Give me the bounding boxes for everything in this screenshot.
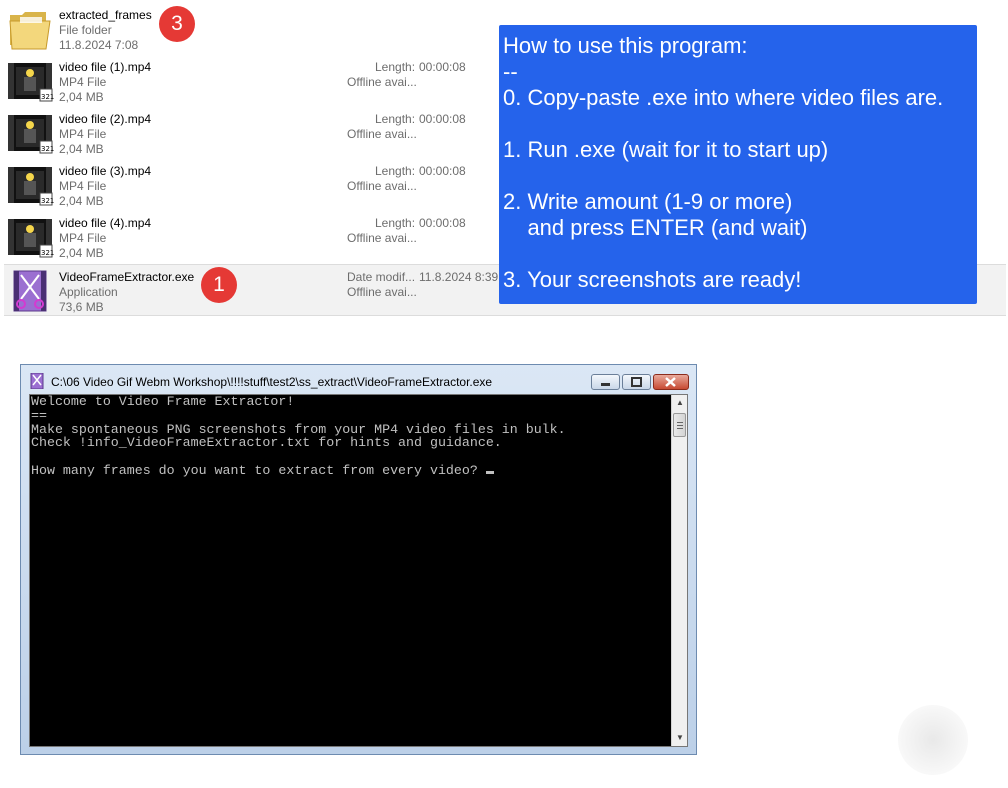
svg-text:321: 321 [41, 145, 54, 153]
scroll-down-arrow-icon[interactable]: ▼ [672, 730, 688, 746]
minimize-button[interactable] [591, 374, 620, 390]
scissors-app-icon [29, 372, 45, 390]
offline-status: Offline avai... [347, 285, 417, 299]
how-to-step-2-line-1: 2. Write amount (1-9 or more) [503, 189, 793, 214]
file-size: 2,04 MB [59, 246, 104, 260]
file-size: 73,6 MB [59, 300, 104, 314]
console-prompt: How many frames do you want to extract f… [31, 462, 486, 478]
length-value: 00:00:08 [419, 164, 466, 178]
offline-status: Offline avai... [347, 127, 417, 141]
close-button[interactable] [653, 374, 689, 390]
length-label: Length: [375, 164, 416, 178]
video-file-icon: 321 [6, 163, 54, 207]
file-name: VideoFrameExtractor.exe [59, 270, 195, 284]
how-to-step-3: 3. Your screenshots are ready! [503, 267, 802, 292]
file-type: File folder [59, 23, 112, 37]
console-window[interactable]: C:\06 Video Gif Webm Workshop\!!!!stuff\… [20, 364, 697, 755]
how-to-step-1: 1. Run .exe (wait for it to start up) [503, 137, 829, 162]
video-file-icon: 321 [6, 111, 54, 155]
console-line-welcome: Welcome to Video Frame Extractor! [31, 394, 295, 409]
file-name: video file (4).mp4 [59, 216, 152, 230]
file-type: Application [59, 285, 118, 299]
maximize-button[interactable] [622, 374, 651, 390]
date-modified-label: Date modif... [347, 270, 416, 284]
length-value: 00:00:08 [419, 60, 466, 74]
scroll-thumb[interactable] [673, 413, 686, 437]
file-type: MP4 File [59, 231, 107, 245]
console-output[interactable]: Welcome to Video Frame Extractor! == Mak… [29, 394, 688, 747]
file-name: video file (3).mp4 [59, 164, 152, 178]
length-label: Length: [375, 112, 416, 126]
how-to-step-2-line-2: and press ENTER (and wait) [503, 215, 808, 240]
console-titlebar[interactable]: C:\06 Video Gif Webm Workshop\!!!!stuff\… [21, 365, 696, 395]
file-size: 2,04 MB [59, 142, 104, 156]
how-to-step-0: 0. Copy-paste .exe into where video file… [503, 85, 944, 110]
file-name: video file (2).mp4 [59, 112, 152, 126]
video-file-icon: 321 [6, 215, 54, 259]
console-line-separator: == [31, 407, 47, 423]
text-cursor [485, 470, 494, 474]
file-type: MP4 File [59, 179, 107, 193]
how-to-title: How to use this program: [503, 33, 748, 58]
offline-status: Offline avai... [347, 231, 417, 245]
svg-text:321: 321 [41, 249, 54, 257]
svg-text:321: 321 [41, 197, 54, 205]
step-badge-3: 3 [159, 6, 195, 42]
file-type: MP4 File [59, 127, 107, 141]
console-text: Welcome to Video Frame Extractor! == Mak… [31, 395, 566, 478]
offline-status: Offline avai... [347, 179, 417, 193]
step-badge-1: 1 [201, 267, 237, 303]
length-label: Length: [375, 216, 416, 230]
console-line-info: Check !info_VideoFrameExtractor.txt for … [31, 435, 502, 451]
file-size: 2,04 MB [59, 90, 104, 104]
console-title: C:\06 Video Gif Webm Workshop\!!!!stuff\… [51, 375, 493, 389]
scroll-up-arrow-icon[interactable]: ▲ [672, 395, 688, 411]
scissors-app-icon [6, 269, 54, 313]
offline-status: Offline avai... [347, 75, 417, 89]
svg-text:321: 321 [41, 93, 54, 101]
file-size: 2,04 MB [59, 194, 104, 208]
how-to-panel: How to use this program: -- 0. Copy-past… [499, 25, 977, 304]
length-label: Length: [375, 60, 416, 74]
file-name: extracted_frames [59, 8, 152, 22]
how-to-separator: -- [503, 59, 518, 84]
console-scrollbar[interactable]: ▲ ▼ [671, 395, 687, 746]
file-name: video file (1).mp4 [59, 60, 152, 74]
length-value: 00:00:08 [419, 112, 466, 126]
file-type: MP4 File [59, 75, 107, 89]
length-value: 00:00:08 [419, 216, 466, 230]
console-line-description: Make spontaneous PNG screenshots from yo… [31, 421, 566, 437]
date-modified-value: 11.8.2024 8:39 [419, 270, 499, 284]
folder-icon [6, 7, 54, 51]
video-file-icon: 321 [6, 59, 54, 103]
blur-spot [898, 705, 968, 775]
file-date: 11.8.2024 7:08 [59, 38, 139, 52]
